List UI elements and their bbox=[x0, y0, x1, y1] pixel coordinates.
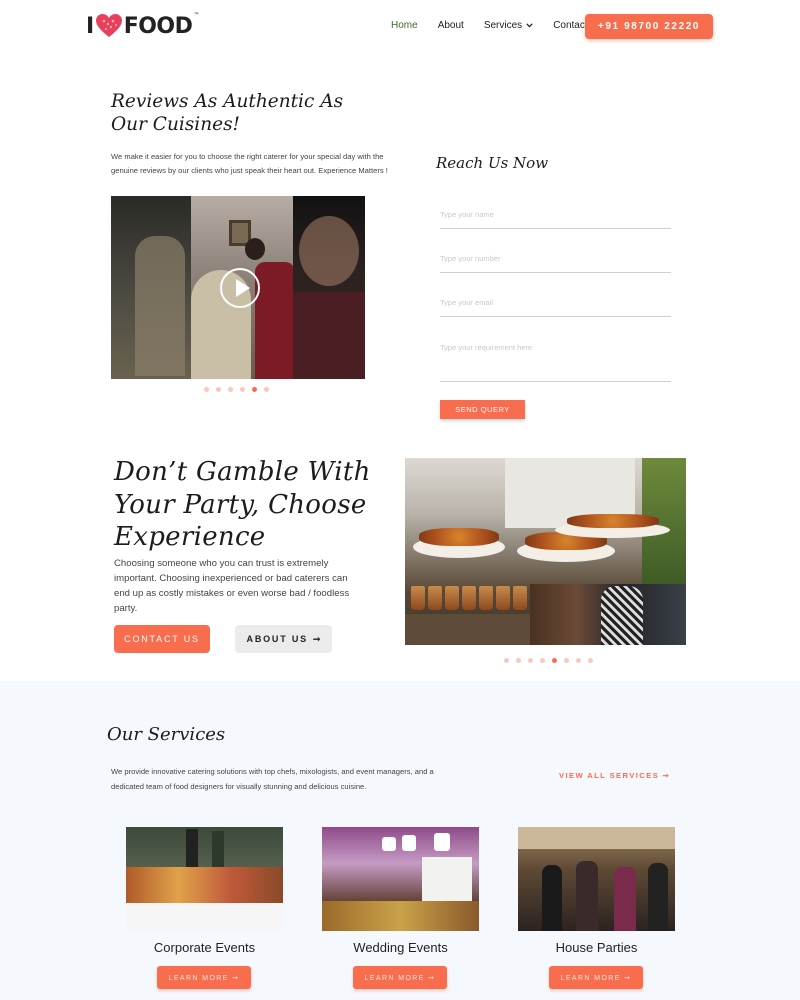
logo-letter-i: I bbox=[86, 13, 94, 39]
video-panel-right bbox=[293, 196, 365, 379]
wedding-events-image[interactable] bbox=[322, 827, 479, 931]
brand-logo[interactable]: I FOOD ™ bbox=[86, 12, 199, 40]
email-field[interactable]: Type your email bbox=[440, 298, 671, 317]
about-us-button[interactable]: ABOUT US ➞ bbox=[235, 625, 332, 653]
about-us-label: ABOUT US bbox=[246, 634, 308, 644]
video-panel-left bbox=[111, 196, 191, 379]
arrow-right-icon: ➞ bbox=[312, 633, 321, 644]
nav-link-services[interactable]: Services bbox=[484, 20, 533, 31]
nav-links: Home About Services Contact bbox=[391, 20, 608, 31]
nav-link-about[interactable]: About bbox=[438, 20, 464, 31]
wedding-events-learn-more-button[interactable]: LEARN MORE ➞ bbox=[353, 966, 447, 989]
corporate-events-image[interactable] bbox=[126, 827, 283, 931]
reviews-title: Reviews As Authentic As Our Cuisines! bbox=[111, 91, 344, 135]
gamble-description: Choosing someone who you can trust is ex… bbox=[114, 558, 350, 614]
name-field[interactable]: Type your name bbox=[440, 210, 671, 229]
services-title: Our Services bbox=[107, 724, 226, 745]
carousel-dot[interactable] bbox=[552, 658, 557, 663]
nav-link-home[interactable]: Home bbox=[391, 20, 418, 31]
corporate-events-title: Corporate Events bbox=[153, 940, 256, 955]
food-carousel-dots bbox=[504, 658, 600, 663]
logo-word-food: FOOD bbox=[123, 13, 193, 39]
carousel-dot[interactable] bbox=[528, 658, 533, 663]
carousel-dot[interactable] bbox=[240, 387, 245, 392]
house-parties-image[interactable] bbox=[518, 827, 675, 931]
carousel-dot[interactable] bbox=[540, 658, 545, 663]
food-showcase-image bbox=[405, 458, 686, 645]
carousel-dot[interactable] bbox=[504, 658, 509, 663]
number-field[interactable]: Type your number bbox=[440, 254, 671, 273]
send-query-button[interactable]: SEND QUERY bbox=[440, 400, 525, 419]
contact-us-button[interactable]: CONTACT US bbox=[114, 625, 210, 653]
wedding-events-title: Wedding Events bbox=[353, 940, 448, 955]
chevron-down-icon bbox=[526, 23, 533, 28]
carousel-dot[interactable] bbox=[216, 387, 221, 392]
carousel-dot[interactable] bbox=[564, 658, 569, 663]
house-parties-title: House Parties bbox=[555, 940, 638, 955]
review-carousel-dots bbox=[204, 387, 276, 392]
play-icon[interactable] bbox=[220, 268, 260, 308]
heart-icon bbox=[95, 14, 122, 37]
carousel-dot[interactable] bbox=[252, 387, 257, 392]
carousel-dot[interactable] bbox=[516, 658, 521, 663]
carousel-dot[interactable] bbox=[576, 658, 581, 663]
trademark-mark: ™ bbox=[193, 12, 199, 19]
view-all-services-link[interactable]: VIEW ALL SERVICES ➞ bbox=[559, 771, 670, 780]
top-nav: I FOOD ™ Home About Services Contact +91… bbox=[0, 0, 800, 56]
requirement-field[interactable]: Type your requirement here bbox=[440, 343, 671, 382]
gamble-title: Don’t Gamble With Your Party, Choose Exp… bbox=[114, 457, 371, 552]
corporate-events-learn-more-button[interactable]: LEARN MORE ➞ bbox=[157, 966, 251, 989]
nav-link-contact[interactable]: Contact bbox=[553, 20, 587, 31]
carousel-dot[interactable] bbox=[228, 387, 233, 392]
carousel-dot[interactable] bbox=[588, 658, 593, 663]
services-description: We provide innovative catering solutions… bbox=[111, 767, 434, 791]
house-parties-learn-more-button[interactable]: LEARN MORE ➞ bbox=[549, 966, 643, 989]
carousel-dot[interactable] bbox=[204, 387, 209, 392]
carousel-dot[interactable] bbox=[264, 387, 269, 392]
review-video[interactable] bbox=[111, 196, 365, 379]
reach-title: Reach Us Now bbox=[436, 154, 549, 172]
reviews-description: We make it easier for you to choose the … bbox=[111, 152, 388, 175]
nav-link-services-label: Services bbox=[483, 20, 523, 31]
phone-call-button[interactable]: +91 98700 22220 bbox=[585, 14, 713, 39]
